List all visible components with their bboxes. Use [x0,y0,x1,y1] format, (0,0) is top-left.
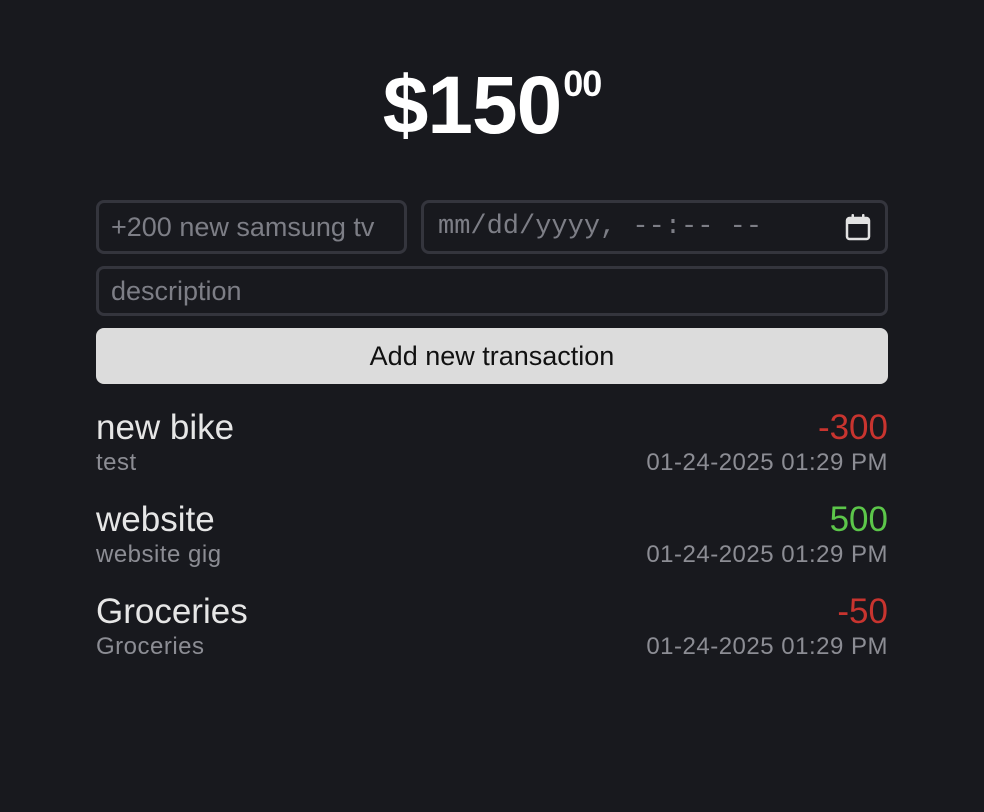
add-transaction-button[interactable]: Add new transaction [96,328,888,384]
transaction-info: new bike test [96,408,234,500]
transaction-datetime: 01-24-2025 01:29 PM [646,449,888,476]
transaction-item: website website gig 500 01-24-2025 01:29… [96,500,888,592]
calendar-icon[interactable] [845,213,871,241]
balance-cents: 00 [563,63,602,104]
transaction-info: Groceries Groceries [96,592,248,684]
transaction-meta: -300 01-24-2025 01:29 PM [646,408,888,500]
app-container: $15000 mm/dd/yyyy, --:-- -- Add new tran… [96,0,888,684]
datetime-placeholder: mm/dd/yyyy, --:-- -- [438,212,763,242]
datetime-field[interactable]: mm/dd/yyyy, --:-- -- [421,200,888,254]
transaction-datetime: 01-24-2025 01:29 PM [646,633,888,660]
transaction-amount: 500 [829,500,888,539]
balance-dollars: $150 [382,60,562,151]
transaction-meta: -50 01-24-2025 01:29 PM [646,592,888,684]
transaction-name: Groceries [96,592,248,631]
transaction-description: Groceries [96,633,205,660]
transaction-name: new bike [96,408,235,447]
description-input[interactable] [111,275,873,307]
transaction-description: website gig [96,541,222,568]
transaction-datetime: 01-24-2025 01:29 PM [646,541,888,568]
transaction-amount: -300 [817,408,888,447]
form-row-top: mm/dd/yyyy, --:-- -- [96,200,888,254]
description-field[interactable] [96,266,888,316]
transaction-info: website website gig [96,500,222,592]
transaction-name: website [96,500,215,539]
balance-display: $15000 [96,58,888,154]
transaction-item: new bike test -300 01-24-2025 01:29 PM [96,408,888,500]
transaction-item: Groceries Groceries -50 01-24-2025 01:29… [96,592,888,684]
transaction-form: mm/dd/yyyy, --:-- -- Add new transaction [96,200,888,384]
amount-name-field[interactable] [96,200,407,254]
transaction-list: new bike test -300 01-24-2025 01:29 PM w… [96,408,888,684]
transaction-meta: 500 01-24-2025 01:29 PM [646,500,888,592]
transaction-description: test [96,449,137,476]
amount-name-input[interactable] [111,211,392,243]
transaction-amount: -50 [837,592,888,631]
